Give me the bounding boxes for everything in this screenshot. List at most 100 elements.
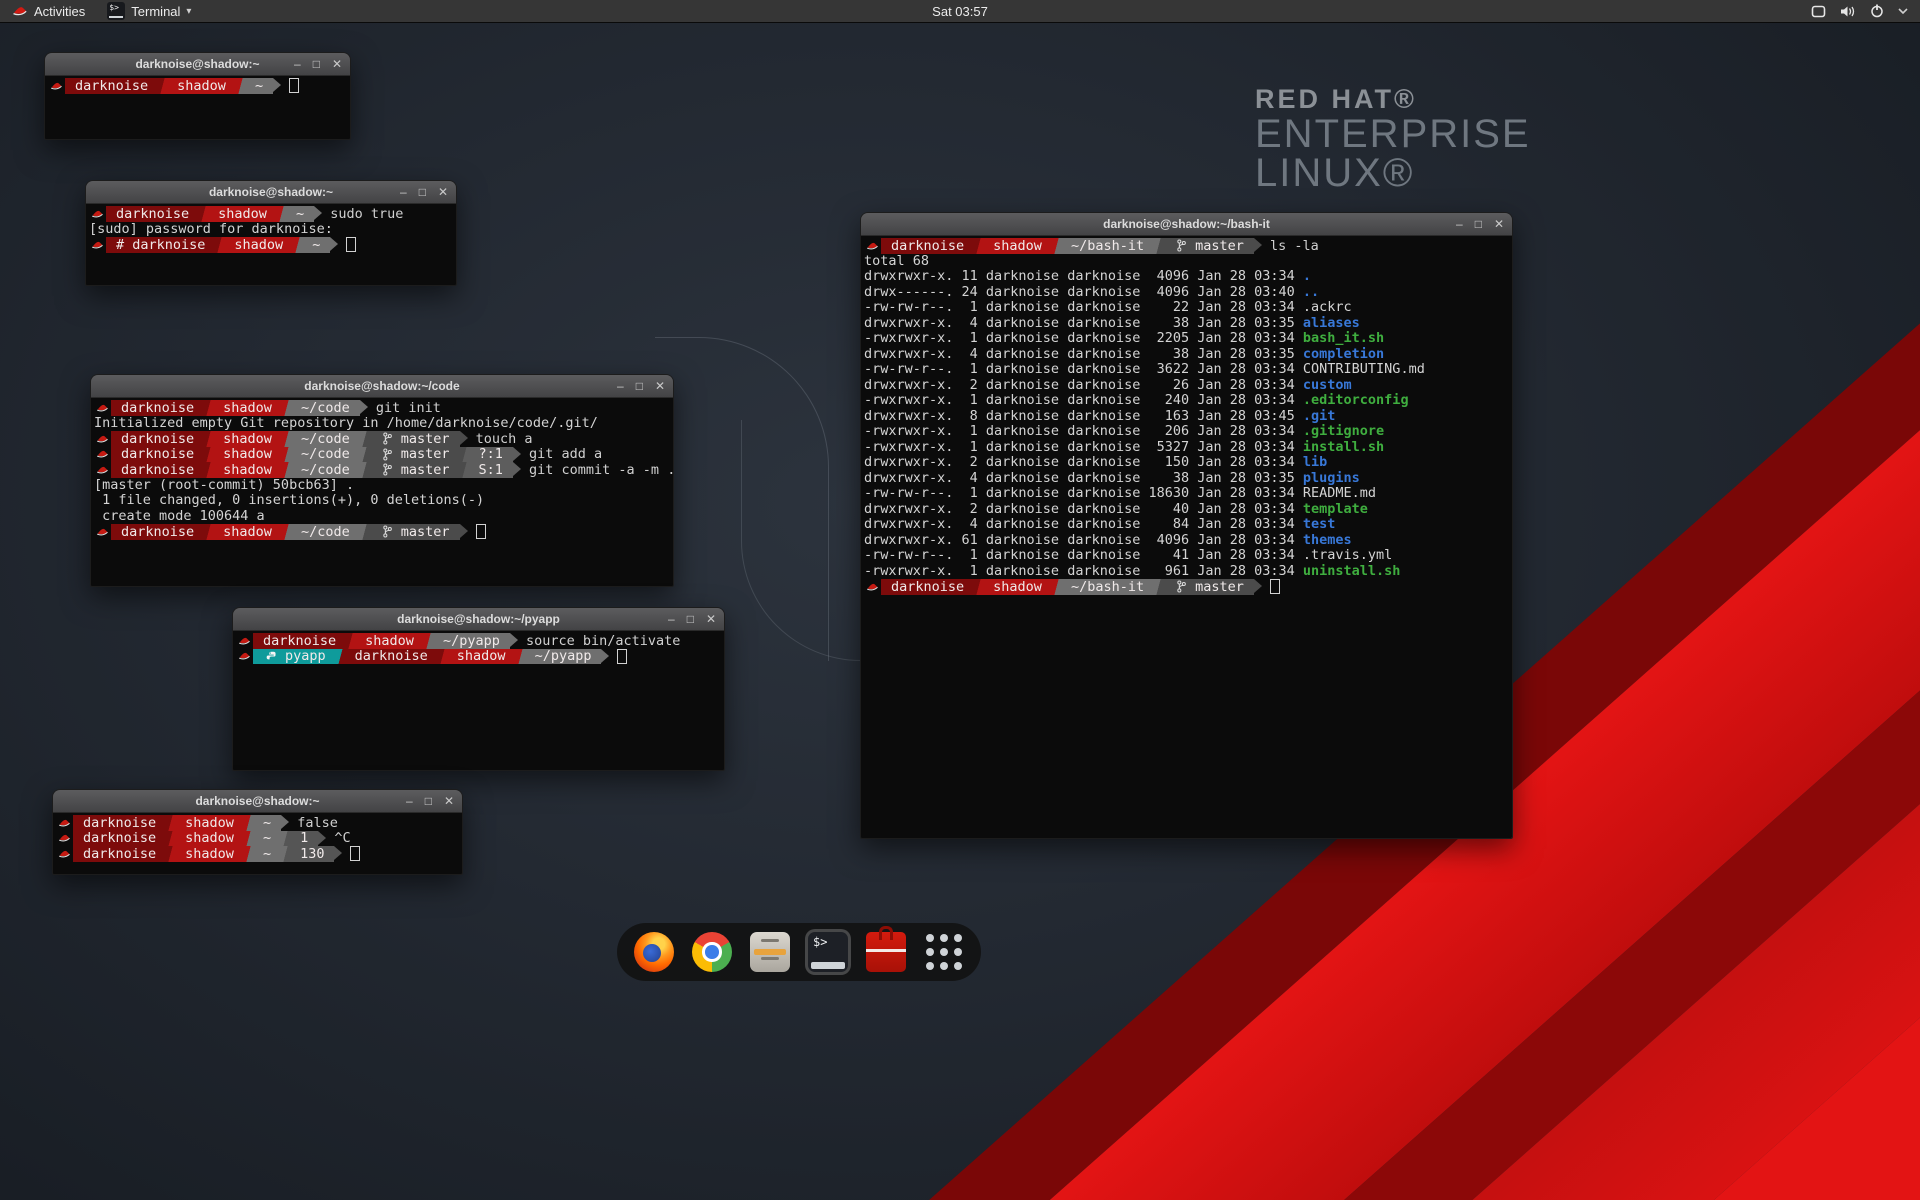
dock: $> xyxy=(617,923,981,981)
terminal-line: drwxrwxr-x. 4 darknoise darknoise 38 Jan… xyxy=(864,316,1512,332)
ls-filename: .travis.yml xyxy=(1303,547,1392,563)
clock[interactable]: Sat 03:57 xyxy=(932,4,988,19)
segment-divider xyxy=(293,237,302,253)
terminal-content[interactable]: darknoiseshadow~ sudo true[sudo] passwor… xyxy=(86,204,456,286)
dock-chrome-icon[interactable] xyxy=(689,929,735,975)
redhat-icon xyxy=(56,846,73,862)
close-button[interactable]: ✕ xyxy=(655,380,665,392)
activities-label: Activities xyxy=(34,4,85,19)
maximize-button[interactable]: □ xyxy=(419,186,426,198)
terminal-line: total 68 xyxy=(864,254,1512,270)
maximize-button[interactable]: □ xyxy=(425,795,432,807)
terminal-mini-icon: $> xyxy=(107,2,125,20)
wallpaper-arc xyxy=(741,420,862,661)
terminal-line: -rw-rw-r--. 1 darknoise darknoise 41 Jan… xyxy=(864,548,1512,564)
close-button[interactable]: ✕ xyxy=(438,186,448,198)
window-title: darknoise@shadow:~/code xyxy=(91,379,673,393)
terminal-window-bash-it[interactable]: darknoise@shadow:~/bash-it –□ ✕ darknoise… xyxy=(860,212,1513,839)
command-text: ^C xyxy=(326,830,350,846)
terminal-window-home-2[interactable]: darknoise@shadow:~ –□✕ darknoiseshadow~ … xyxy=(52,789,463,875)
maximize-button[interactable]: □ xyxy=(687,613,694,625)
terminal-content[interactable]: darknoiseshadow~ xyxy=(45,76,350,140)
ls-filename: completion xyxy=(1303,346,1384,362)
ls-filename: . xyxy=(1303,268,1311,284)
terminal-line: darknoiseshadow~/pyapp source bin/activa… xyxy=(236,633,724,649)
terminal-line: pyappdarknoiseshadow~/pyapp xyxy=(236,649,724,665)
window-titlebar[interactable]: darknoise@shadow:~ –□✕ xyxy=(53,790,462,813)
prompt-segment-host: shadow xyxy=(983,238,1052,254)
segment-divider xyxy=(460,462,469,478)
segment-divider xyxy=(460,447,469,463)
segment-divider xyxy=(282,462,291,478)
maximize-button[interactable]: □ xyxy=(636,380,643,392)
prompt-segment-host: shadow xyxy=(213,524,282,540)
ls-filename: .. xyxy=(1303,284,1319,300)
terminal-content[interactable]: darknoiseshadow~ falsedarknoiseshadow~1 … xyxy=(53,813,462,875)
activities-button[interactable]: Activities xyxy=(0,0,97,22)
branch-icon xyxy=(1173,580,1190,593)
minimize-button[interactable]: – xyxy=(294,58,301,70)
terminal-cursor xyxy=(476,524,486,539)
command-text: git commit -a -m . xyxy=(521,462,674,478)
minimize-button[interactable]: – xyxy=(400,186,407,198)
segment-divider xyxy=(1154,579,1163,595)
segment-divider xyxy=(1154,238,1163,254)
maximize-button[interactable]: □ xyxy=(1475,218,1482,230)
minimize-button[interactable]: – xyxy=(668,613,675,625)
ls-filename: custom xyxy=(1303,377,1352,393)
prompt-segment-path: ~/code xyxy=(291,524,360,540)
segment-arrow xyxy=(334,846,342,860)
power-icon[interactable] xyxy=(1870,4,1884,18)
dock-terminal-icon[interactable]: $> xyxy=(805,929,851,975)
screen-icon[interactable] xyxy=(1811,5,1826,18)
ls-filename: .editorconfig xyxy=(1303,392,1409,408)
minimize-button[interactable]: – xyxy=(617,380,624,392)
terminal-line: create mode 100644 a xyxy=(94,509,673,525)
app-menu-terminal[interactable]: $> Terminal ▾ xyxy=(97,0,201,22)
dock-app-grid-icon[interactable] xyxy=(921,929,967,975)
segment-divider xyxy=(244,831,253,847)
ls-filename: install.sh xyxy=(1303,439,1384,455)
terminal-content[interactable]: darknoiseshadow~/pyapp source bin/activa… xyxy=(233,631,724,771)
window-title: darknoise@shadow:~/bash-it xyxy=(861,217,1512,231)
close-button[interactable]: ✕ xyxy=(1494,218,1504,230)
ls-filename: plugins xyxy=(1303,470,1360,486)
terminal-window-pyapp[interactable]: darknoise@shadow:~/pyapp –□✕ darknoisesh… xyxy=(232,607,725,771)
window-titlebar[interactable]: darknoise@shadow:~/bash-it –□ ✕ xyxy=(861,213,1512,236)
dock-files-icon[interactable] xyxy=(747,929,793,975)
terminal-window-home-1[interactable]: darknoise@shadow:~ –□✕ darknoiseshadow~ xyxy=(44,52,351,140)
terminal-window-sudo[interactable]: darknoise@shadow:~ –□✕ darknoiseshadow~ … xyxy=(85,180,457,286)
segment-divider xyxy=(360,524,369,540)
window-titlebar[interactable]: darknoise@shadow:~/code –□ ✕ xyxy=(91,375,673,398)
segment-divider xyxy=(204,524,213,540)
window-titlebar[interactable]: darknoise@shadow:~/pyapp –□✕ xyxy=(233,608,724,631)
segment-arrow xyxy=(273,78,281,92)
terminal-window-code[interactable]: darknoise@shadow:~/code –□ ✕ darknoise sha… xyxy=(90,374,674,587)
dock-toolbox-icon[interactable] xyxy=(863,929,909,975)
minimize-button[interactable]: – xyxy=(406,795,413,807)
window-titlebar[interactable]: darknoise@shadow:~ –□✕ xyxy=(45,53,350,76)
chevron-down-icon[interactable] xyxy=(1898,7,1908,15)
prompt-segment-user: darknoise xyxy=(881,238,974,254)
dock-firefox-icon[interactable] xyxy=(631,929,677,975)
prompt-segment-path: ~ xyxy=(302,237,330,253)
terminal-line: drwxrwxr-x. 8 darknoise darknoise 163 Ja… xyxy=(864,409,1512,425)
prompt-segment-host: shadow xyxy=(447,649,516,665)
ls-filename: .gitignore xyxy=(1303,423,1384,439)
close-button[interactable]: ✕ xyxy=(332,58,342,70)
close-button[interactable]: ✕ xyxy=(706,613,716,625)
prompt-segment-git: master xyxy=(369,524,460,540)
volume-icon[interactable] xyxy=(1840,5,1856,18)
terminal-line: -rwxrwxr-x. 1 darknoise darknoise 206 Ja… xyxy=(864,424,1512,440)
terminal-line: darknoiseshadow~ xyxy=(48,78,350,94)
minimize-button[interactable]: – xyxy=(1456,218,1463,230)
terminal-line: darknoiseshadow~ false xyxy=(56,815,462,831)
prompt-segment-user: darknoise xyxy=(111,524,204,540)
prompt-segment-host: shadow xyxy=(355,633,424,649)
maximize-button[interactable]: □ xyxy=(313,58,320,70)
close-button[interactable]: ✕ xyxy=(444,795,454,807)
segment-arrow xyxy=(460,524,468,538)
terminal-content[interactable]: darknoiseshadow~/code git initInitialize… xyxy=(91,398,673,587)
window-titlebar[interactable]: darknoise@shadow:~ –□✕ xyxy=(86,181,456,204)
terminal-content[interactable]: darknoiseshadow~/bash-itmaster ls -latot… xyxy=(861,236,1512,839)
